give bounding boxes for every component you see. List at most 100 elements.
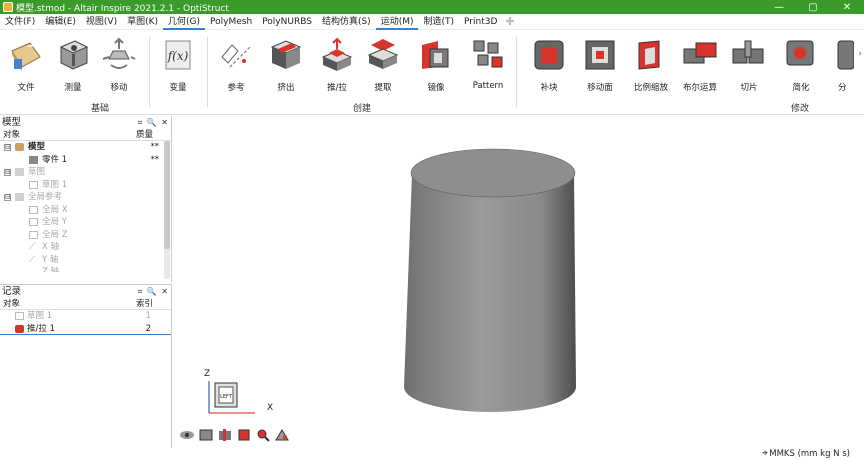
- panel-title: 记录 ⌗ 🔍 ✕: [0, 285, 171, 298]
- window-title: 模型.stmod - Altair Inspire 2021.2.1 - Opt…: [16, 3, 229, 14]
- menu-polymesh[interactable]: PolyMesh: [205, 14, 257, 30]
- menu-manufacture[interactable]: 制造(T): [418, 14, 459, 30]
- panel-tools-icon[interactable]: ⌗ 🔍 ✕: [138, 116, 169, 129]
- tree-label: 零件 1: [42, 154, 68, 165]
- tree-value: **: [150, 154, 160, 165]
- history-panel: 记录 ⌗ 🔍 ✕ 对象 索引 草图 1 1 推/拉 1 2: [0, 284, 172, 448]
- 3d-viewport[interactable]: Z LEFT X: [173, 116, 864, 448]
- maximize-button[interactable]: ▢: [796, 0, 830, 14]
- file-tool[interactable]: 文件: [4, 37, 48, 93]
- history-row-sketch[interactable]: 草图 1 1: [0, 310, 171, 323]
- status-bar: ⌖ MMKS (mm kg N s): [0, 448, 864, 461]
- history-label: 草图 1: [27, 311, 53, 321]
- collapse-icon[interactable]: ⊟: [4, 169, 11, 176]
- patch-tool[interactable]: 补块: [527, 37, 571, 93]
- view-cube[interactable]: Z LEFT X: [201, 369, 273, 419]
- tree-row-model[interactable]: ⊟ 模型 **: [0, 141, 171, 154]
- panel-tools-icon[interactable]: ⌗ 🔍 ✕: [138, 285, 169, 298]
- history-index: 1: [145, 311, 151, 321]
- tree-row-x-axis[interactable]: ⟋ X 轴: [0, 241, 171, 254]
- menu-file[interactable]: 文件(F): [0, 14, 40, 30]
- push-pull-tool[interactable]: 推/拉: [315, 37, 359, 93]
- tree-row-global-x[interactable]: 全局 X: [0, 204, 171, 217]
- menu-sketch[interactable]: 草图(K): [122, 14, 163, 30]
- pattern-icon: [470, 37, 506, 73]
- collapse-icon[interactable]: ⊟: [4, 144, 11, 151]
- variable-tool[interactable]: f(x) 变量: [156, 37, 200, 93]
- menu-print3d[interactable]: Print3D: [459, 14, 502, 30]
- group-separator: [516, 37, 517, 107]
- tree-row-global-ref[interactable]: ⊟ 全局参考: [0, 191, 171, 204]
- menu-motion[interactable]: 运动(M): [375, 14, 419, 30]
- tree-row-sketch-folder[interactable]: ⊟ 草图: [0, 166, 171, 179]
- tree-label: 草图 1: [42, 179, 68, 190]
- axis-icon: ⟋: [29, 242, 36, 252]
- plane-icon: [29, 218, 38, 226]
- move-tool[interactable]: 移动: [97, 37, 141, 93]
- box-select-icon[interactable]: [198, 428, 214, 442]
- history-label: 推/拉 1: [27, 323, 55, 334]
- tree-label: 草图: [28, 167, 46, 177]
- col-object: 对象: [3, 130, 21, 140]
- close-button[interactable]: ✕: [830, 0, 864, 14]
- measure-tool[interactable]: 测量: [51, 37, 95, 93]
- tool-label: 参考: [227, 83, 245, 93]
- ribbon-scroll-right-icon[interactable]: ›: [858, 49, 862, 59]
- col-object: 对象: [3, 299, 21, 309]
- tree-row-sketch[interactable]: 草图 1: [0, 179, 171, 192]
- model-panel-scrollbar[interactable]: [164, 141, 170, 279]
- visibility-eye-icon[interactable]: [179, 428, 195, 442]
- boolean-tool[interactable]: 布尔运算: [678, 37, 722, 93]
- group-separator: [207, 37, 208, 107]
- history-index: 2: [145, 323, 151, 334]
- plane-icon: [29, 205, 38, 214]
- add-tab-icon[interactable]: ✚: [502, 15, 517, 28]
- patch-icon: [531, 37, 567, 73]
- extract-tool[interactable]: 提取: [361, 37, 405, 93]
- folder-icon: [15, 168, 24, 176]
- tree-row-y-axis[interactable]: ⟋ Y 轴: [0, 254, 171, 267]
- menu-structure[interactable]: 结构仿真(S): [317, 14, 376, 30]
- model-browser-panel: 模型 ⌗ 🔍 ✕ 对象 质量 ⊟ 模型 ** 零件 1 ** ⊟ 草图 草图 1…: [0, 116, 172, 282]
- extrude-tool[interactable]: 挤出: [264, 37, 308, 93]
- app-icon: [3, 2, 13, 12]
- cylinder-model[interactable]: [173, 116, 864, 448]
- boolean-icon: [682, 37, 718, 73]
- file-icon: [8, 37, 44, 73]
- menu-view[interactable]: 视图(V): [81, 14, 122, 30]
- tool-label: Pattern: [472, 81, 504, 91]
- collapse-icon[interactable]: ⊟: [4, 194, 11, 201]
- tree-row-global-z[interactable]: 全局 Z: [0, 229, 171, 242]
- reference-tool[interactable]: 参考: [214, 37, 258, 93]
- pattern-tool[interactable]: Pattern: [466, 37, 510, 91]
- menu-geometry[interactable]: 几何(G): [163, 14, 206, 30]
- zoom-fit-icon[interactable]: [255, 428, 271, 442]
- render-mode-icon[interactable]: [236, 428, 252, 442]
- svg-text:f(x): f(x): [167, 49, 189, 63]
- move-face-tool[interactable]: 移动面: [578, 37, 622, 93]
- mirror-tool[interactable]: 镜像: [414, 37, 458, 93]
- menu-edit[interactable]: 编辑(E): [40, 14, 81, 30]
- analysis-icon[interactable]: [274, 428, 290, 442]
- measure-icon: [55, 37, 91, 73]
- minimize-button[interactable]: —: [762, 0, 796, 14]
- tree-row-z-axis[interactable]: Z 轴: [0, 266, 171, 272]
- menu-polynurbs[interactable]: PolyNURBS: [257, 14, 317, 30]
- tree-row-part[interactable]: 零件 1 **: [0, 154, 171, 167]
- snap-crosshair-icon[interactable]: ⌖: [762, 448, 768, 459]
- unit-system[interactable]: MMKS (mm kg N s): [769, 449, 850, 459]
- tool-label: 挤出: [277, 83, 295, 93]
- reference-icon: [218, 37, 254, 73]
- tree-row-global-y[interactable]: 全局 Y: [0, 216, 171, 229]
- tool-label: 补块: [540, 83, 558, 93]
- history-row-push-pull[interactable]: 推/拉 1 2: [0, 323, 171, 335]
- scale-tool[interactable]: 比例缩放: [629, 37, 673, 93]
- panel-title: 模型 ⌗ 🔍 ✕: [0, 116, 171, 129]
- tool-label: 文件: [17, 83, 35, 93]
- split-tool[interactable]: 分: [832, 37, 854, 93]
- simplify-tool[interactable]: 简化: [779, 37, 823, 93]
- slice-tool[interactable]: 切片: [727, 37, 771, 93]
- section-cut-icon[interactable]: [217, 428, 233, 442]
- axis-icon: ⟋: [29, 254, 36, 265]
- scrollbar-thumb[interactable]: [164, 141, 170, 249]
